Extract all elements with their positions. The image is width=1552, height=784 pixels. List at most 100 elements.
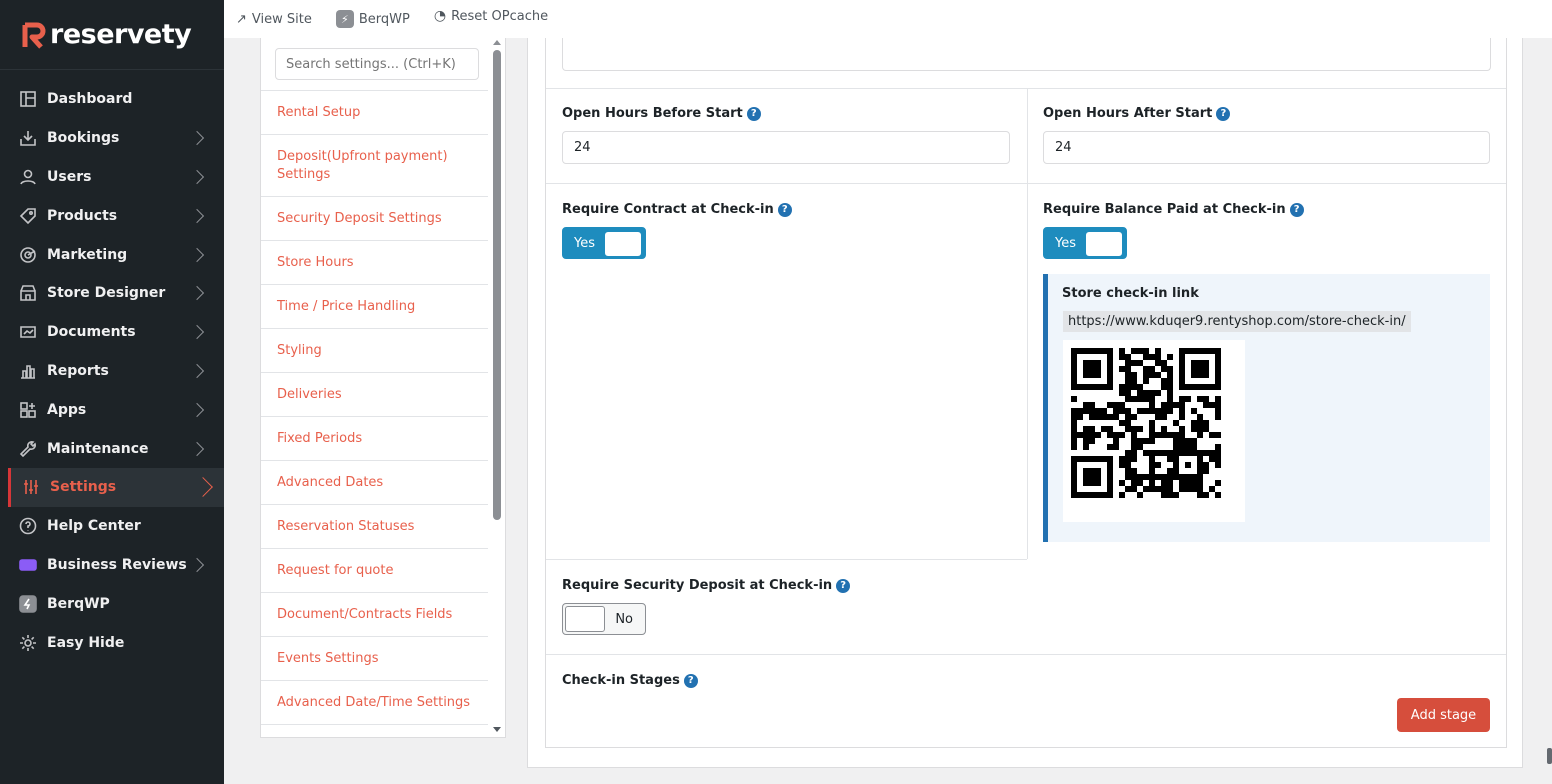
sidebar-item-store-designer[interactable]: Store Designer: [0, 274, 224, 313]
settings-link-security-deposit-settings[interactable]: Security Deposit Settings: [261, 197, 488, 241]
store-checkin-url[interactable]: https://www.kduqer9.rentyshop.com/store-…: [1063, 311, 1411, 332]
open-hours-after-input[interactable]: 24: [1043, 131, 1490, 164]
sidebar-item-reports[interactable]: Reports: [0, 352, 224, 391]
settings-link-deliveries[interactable]: Deliveries: [261, 373, 488, 417]
require-balance-text: Require Balance Paid at Check-in: [1043, 202, 1286, 217]
settings-link-styling[interactable]: Styling: [261, 329, 488, 373]
wrench-icon: [18, 439, 38, 459]
sidebar-item-label: Reports: [47, 362, 109, 379]
sidebar-item-settings[interactable]: Settings: [8, 467, 224, 507]
checkin-stages-text: Check-in Stages: [562, 673, 680, 688]
gauge-icon: ◔: [433, 8, 447, 24]
sidebar-item-products[interactable]: Products: [0, 196, 224, 235]
sidebar-item-documents[interactable]: Documents: [0, 313, 224, 352]
help-icon[interactable]: ?: [746, 106, 761, 121]
chevron-right-icon: [189, 208, 205, 223]
require-security-text: Require Security Deposit at Check-in: [562, 578, 833, 593]
external-link-icon: ↗: [236, 11, 247, 27]
open-hours-before-label: Open Hours Before Start ?: [562, 106, 761, 121]
sidebar-item-marketing[interactable]: Marketing: [0, 235, 224, 274]
sidebar-item-bookings[interactable]: Bookings: [0, 119, 224, 158]
settings-link-events-settings[interactable]: Events Settings: [261, 637, 488, 681]
chevron-right-icon: [189, 557, 205, 573]
help-icon[interactable]: ?: [1289, 202, 1304, 217]
settings-nav-panel: Rental SetupDeposit(Upfront payment) Set…: [260, 38, 506, 738]
berqwp-icon: [18, 594, 38, 614]
column-divider: [1027, 88, 1028, 184]
bookings-icon: [18, 128, 38, 148]
gear-icon: [18, 633, 38, 653]
sidebar-item-label: Easy Hide: [47, 634, 125, 651]
add-stage-button[interactable]: Add stage: [1397, 698, 1490, 732]
open-hours-before-input[interactable]: 24: [562, 131, 1010, 164]
checkin-stages-label: Check-in Stages ?: [562, 673, 698, 688]
tag-icon: [18, 206, 38, 226]
require-contract-text: Require Contract at Check-in: [562, 202, 774, 217]
sidebar-item-help-center[interactable]: Help Center: [0, 507, 224, 546]
sidebar-item-label: Products: [47, 207, 118, 224]
settings-link-fixed-periods[interactable]: Fixed Periods: [261, 417, 488, 461]
berqwp-link[interactable]: ⚡ BerqWP: [335, 10, 410, 28]
settings-link-reservation-statuses[interactable]: Reservation Statuses: [261, 505, 488, 549]
sidebar-item-business-reviews[interactable]: Business Reviews: [0, 546, 224, 585]
sidebar-item-users[interactable]: Users: [0, 158, 224, 197]
logo[interactable]: reservety: [0, 0, 224, 70]
settings-link-deposit-upfront-payment-settings[interactable]: Deposit(Upfront payment) Settings: [261, 135, 488, 197]
sidebar-item-label: Maintenance: [47, 440, 149, 457]
require-contract-toggle[interactable]: Yes: [562, 227, 646, 259]
chevron-right-icon: [189, 402, 205, 417]
reservety-logo-icon: [22, 22, 46, 49]
require-contract-label: Require Contract at Check-in ?: [562, 202, 792, 217]
help-icon[interactable]: ?: [836, 578, 851, 593]
help-icon[interactable]: ?: [777, 202, 792, 217]
require-balance-label: Require Balance Paid at Check-in ?: [1043, 202, 1304, 217]
settings-link-rental-setup[interactable]: Rental Setup: [261, 91, 488, 135]
chevron-right-icon: [189, 325, 205, 340]
open-hours-before-text: Open Hours Before Start: [562, 106, 743, 121]
sidebar-item-berqwp[interactable]: BerqWP: [0, 584, 224, 623]
store-checkin-link-title: Store check-in link: [1062, 286, 1199, 301]
sidebar-item-label: Marketing: [47, 246, 128, 263]
chevron-right-icon: [189, 363, 205, 379]
scroll-down-arrow-icon[interactable]: [493, 727, 501, 732]
chevron-right-icon: [189, 247, 205, 262]
berqwp-icon: ⚡: [335, 10, 354, 28]
sidebar-item-label: Business Reviews: [47, 556, 187, 573]
settings-scrollbar[interactable]: [492, 38, 502, 737]
reports-icon: [18, 361, 38, 381]
settings-link-list: Rental Setup Deposit(Upfront payment) Set…: [261, 90, 488, 725]
view-site-link[interactable]: ↗ View Site: [236, 12, 312, 27]
toggle-knob: [565, 606, 605, 632]
require-balance-toggle[interactable]: Yes: [1043, 227, 1127, 259]
page-scrollbar-thumb[interactable]: [1547, 748, 1552, 764]
sidebar-item-label: BerqWP: [47, 595, 110, 612]
sidebar-nav: Dashboard Bookings Users Products Marketing S…: [0, 70, 224, 662]
help-icon[interactable]: ?: [1216, 106, 1231, 121]
scroll-up-arrow-icon[interactable]: [493, 40, 501, 45]
qr-code-image: [1063, 340, 1245, 522]
toggle-state-label: Yes: [574, 235, 595, 251]
settings-link-advanced-dates[interactable]: Advanced Dates: [261, 461, 488, 505]
sidebar-item-easy-hide[interactable]: Easy Hide: [0, 623, 224, 662]
sidebar-item-dashboard[interactable]: Dashboard: [0, 80, 224, 119]
chevron-right-icon: [189, 169, 205, 185]
sidebar-item-label: Bookings: [47, 130, 120, 147]
settings-link-time-price-handling[interactable]: Time / Price Handling: [261, 285, 488, 329]
view-site-label: View Site: [251, 11, 312, 27]
previous-field-input[interactable]: [562, 38, 1491, 71]
sidebar-item-maintenance[interactable]: Maintenance: [0, 429, 224, 468]
settings-link-store-hours[interactable]: Store Hours: [261, 241, 488, 285]
settings-link-advanced-date-time-settings[interactable]: Advanced Date/Time Settings: [261, 681, 488, 725]
require-security-toggle[interactable]: No: [562, 603, 646, 635]
scroll-thumb[interactable]: [493, 50, 501, 520]
settings-link-document-contracts-fields[interactable]: Document/Contracts Fields: [261, 593, 488, 637]
chevron-right-icon: [193, 477, 213, 498]
users-icon: [18, 167, 38, 187]
reset-opcache-link[interactable]: ◔ Reset OPcache: [434, 8, 548, 24]
sidebar-item-label: Store Designer: [47, 285, 166, 302]
sidebar-item-apps[interactable]: Apps: [0, 390, 224, 429]
settings-link-request-for-quote[interactable]: Request for quote: [261, 549, 488, 593]
top-bar: ↗ View Site ⚡ BerqWP ◔ Reset OPcache: [224, 0, 1552, 38]
help-icon[interactable]: ?: [683, 673, 698, 688]
settings-search-input[interactable]: [275, 48, 479, 80]
